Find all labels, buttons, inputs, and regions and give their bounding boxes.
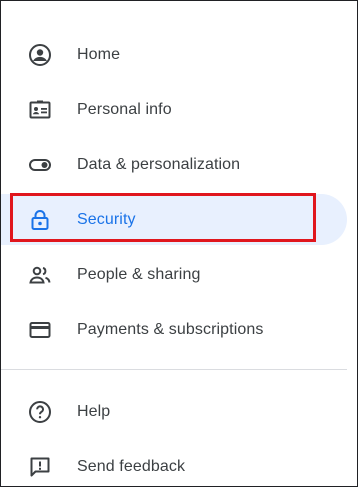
id-card-icon [27, 97, 53, 123]
toggle-icon [27, 152, 53, 178]
feedback-icon [27, 454, 53, 480]
sidebar-item-help[interactable]: Help [1, 384, 347, 439]
sidebar-item-label: Security [77, 210, 136, 228]
sidebar-item-send-feedback[interactable]: Send feedback [1, 439, 347, 486]
sidebar-item-payments[interactable]: Payments & subscriptions [1, 302, 347, 357]
people-icon [27, 262, 53, 288]
sidebar-item-label: Personal info [77, 100, 172, 118]
sidebar-item-label: People & sharing [77, 265, 201, 283]
sidebar-item-personal-info[interactable]: Personal info [1, 82, 347, 137]
account-circle-icon [27, 42, 53, 68]
sidebar-item-label: Payments & subscriptions [77, 320, 264, 338]
credit-card-icon [27, 317, 53, 343]
divider [1, 369, 347, 370]
sidebar-item-label: Data & personalization [77, 155, 241, 173]
help-icon [27, 399, 53, 425]
sidebar-item-label: Send feedback [77, 457, 186, 475]
annotation-outline [10, 193, 316, 242]
sidebar-item-label: Home [77, 45, 121, 63]
sidebar-nav: Home Personal info Data & personalizatio… [1, 27, 347, 486]
sidebar-item-label: Help [77, 402, 111, 420]
sidebar-item-home[interactable]: Home [1, 27, 347, 82]
sidebar-item-security[interactable]: Security [1, 192, 347, 247]
sidebar-item-people-sharing[interactable]: People & sharing [1, 247, 347, 302]
lock-icon [27, 207, 53, 233]
account-sidebar: Home Personal info Data & personalizatio… [0, 0, 358, 487]
sidebar-item-data-personalization[interactable]: Data & personalization [1, 137, 347, 192]
